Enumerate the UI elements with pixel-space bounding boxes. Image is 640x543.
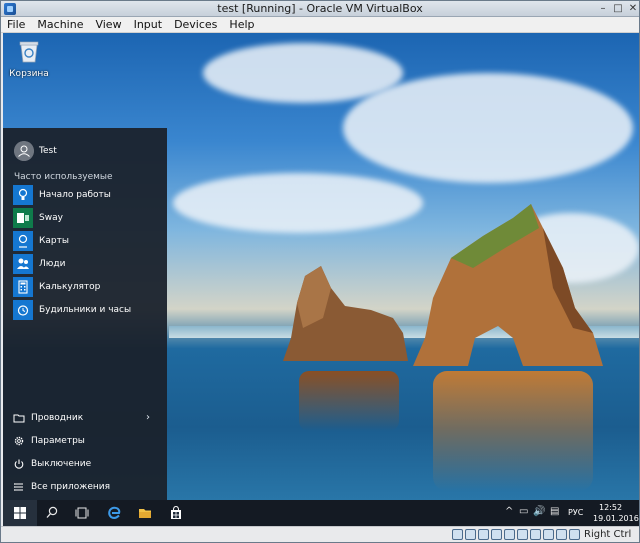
cpu-icon[interactable] [556,529,567,540]
menu-bar: File Machine View Input Devices Help [1,17,639,33]
app-get-started[interactable]: Начало работы [3,185,167,207]
start-button[interactable] [3,500,37,526]
menu-machine[interactable]: Machine [31,17,89,32]
optical-drive-icon[interactable] [465,529,476,540]
windows-logo-icon [14,507,26,519]
shared-folders-icon[interactable] [517,529,528,540]
app-sway[interactable]: Sway [3,208,167,230]
start-item-explorer[interactable]: Проводник › [3,409,167,429]
user-name: Test [39,146,57,156]
app-calculator[interactable]: Калькулятор [3,277,167,299]
display-icon[interactable] [530,529,541,540]
app-label: Калькулятор [39,282,101,292]
app-label: Начало работы [39,190,111,200]
app-alarms-clock[interactable]: Будильники и часы [3,300,167,322]
mouse-integration-icon[interactable] [569,529,580,540]
volume-icon[interactable]: 🔊 [533,506,545,517]
edge-browser-icon [108,506,121,519]
menu-file[interactable]: File [1,17,31,32]
clock-time[interactable]: 12:52 [599,503,622,512]
title-bar[interactable]: test [Running] - Oracle VM VirtualBox – … [1,1,639,17]
wallpaper-rock-arch [413,204,603,366]
wallpaper-reflection [299,371,399,431]
gear-icon [14,436,24,446]
menu-input[interactable]: Input [128,17,168,32]
status-bar: Right Ctrl [1,526,639,542]
all-apps-icon [14,483,23,491]
recycle-bin-icon [19,41,39,63]
maps-icon [13,231,33,251]
notifications-icon[interactable]: ▤ [550,506,559,517]
host-key-indicator: Right Ctrl [584,529,632,540]
file-explorer-icon [139,509,151,518]
network-icon[interactable]: ▭ [519,506,528,517]
app-maps[interactable]: Карты [3,231,167,253]
app-label: Будильники и часы [39,305,132,315]
desktop-icon-recycle-bin[interactable]: Корзина [9,39,49,79]
usb-icon[interactable] [504,529,515,540]
start-item-label: Все приложения [31,482,111,492]
input-language[interactable]: РУС [568,508,583,517]
people-icon [13,254,33,274]
clock-date[interactable]: 19.01.2016 [593,514,639,523]
network-adapter-icon[interactable] [491,529,502,540]
chevron-right-icon[interactable]: › [146,412,150,423]
wallpaper-reflection [433,371,593,491]
tray-overflow-chevron-icon[interactable]: ^ [505,506,513,517]
app-label: Sway [39,213,63,223]
minimize-button[interactable]: – [596,2,610,15]
maximize-button[interactable]: □ [611,2,625,15]
taskbar-explorer-button[interactable] [130,500,160,526]
search-icon [46,506,58,518]
guest-desktop[interactable]: Корзина Test Часто используемые Начало р… [3,33,639,526]
start-item-label: Проводник [31,413,84,423]
close-button[interactable]: ✕ [626,2,640,15]
wallpaper-cloud [343,73,633,183]
audio-icon[interactable] [478,529,489,540]
window-title: test [Running] - Oracle VM VirtualBox [217,2,423,15]
search-button[interactable] [37,500,67,526]
wallpaper-rock-small [283,266,408,361]
wallpaper-cloud [173,173,423,233]
menu-help[interactable]: Help [223,17,260,32]
taskbar-edge-button[interactable] [99,500,129,526]
start-item-power[interactable]: Выключение [3,455,167,475]
start-item-label: Параметры [31,436,85,446]
user-account[interactable]: Test [3,136,167,164]
lightbulb-icon [13,185,33,205]
app-people[interactable]: Люди [3,254,167,276]
folder-icon [13,414,25,423]
task-view-button[interactable] [67,500,97,526]
menu-view[interactable]: View [89,17,127,32]
desktop-icon-label: Корзина [9,69,49,79]
task-view-icon [75,507,89,519]
section-title: Часто используемые [14,172,113,182]
app-label: Карты [39,236,69,246]
menu-devices[interactable]: Devices [168,17,223,32]
start-item-settings[interactable]: Параметры [3,432,167,452]
calculator-icon [13,277,33,297]
start-item-all-apps[interactable]: Все приложения [3,478,167,498]
virtualbox-window: test [Running] - Oracle VM VirtualBox – … [0,0,640,543]
alarm-clock-icon [13,300,33,320]
sway-icon [13,208,33,228]
avatar [14,141,34,161]
start-menu: Test Часто используемые Начало работы Sw… [3,128,167,500]
power-icon [14,459,24,469]
hard-disk-icon[interactable] [452,529,463,540]
taskbar-store-button[interactable] [161,500,191,526]
start-item-label: Выключение [31,459,92,469]
store-icon [171,505,181,519]
taskbar: ^ ▭ 🔊 ▤ РУС 12:52 19.01.2016 [3,500,639,526]
app-label: Люди [39,259,66,269]
video-capture-icon[interactable] [543,529,554,540]
